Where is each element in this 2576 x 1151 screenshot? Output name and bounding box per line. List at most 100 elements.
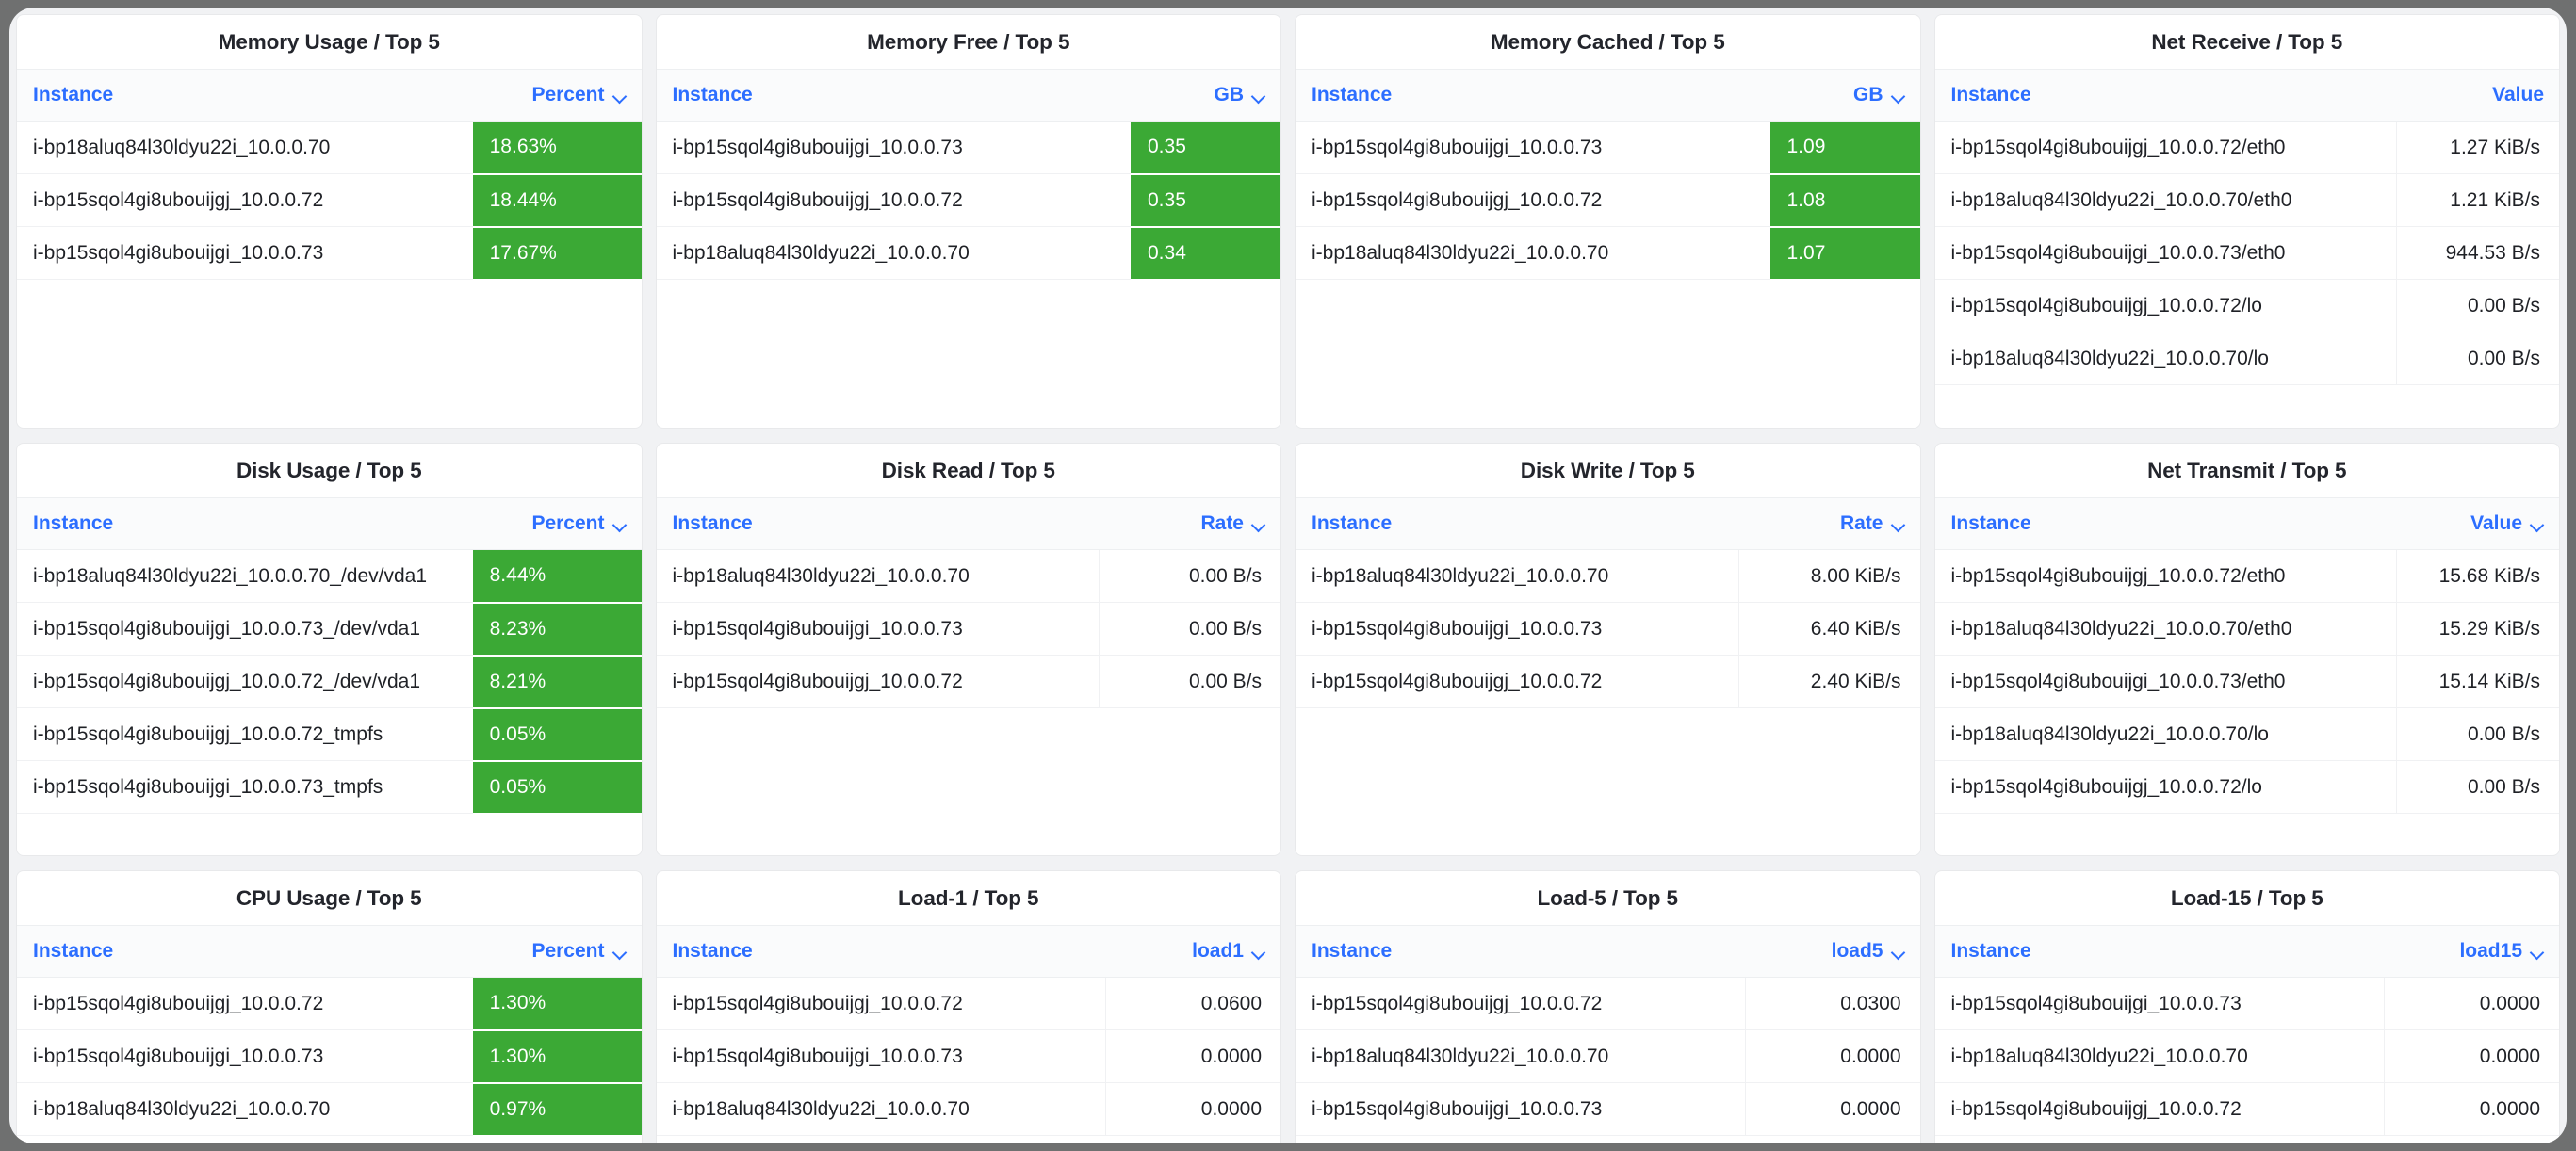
panel-title: Memory Usage / Top 5 [218, 29, 440, 54]
panel-load-15: Load-15 / Top 5 Instance load15 i-bp15sqol4… [1934, 871, 2559, 1143]
chevron-down-icon[interactable] [1892, 520, 1905, 528]
column-header-value[interactable]: load15 [2384, 925, 2559, 978]
column-header-instance[interactable]: Instance [1296, 497, 1739, 550]
table-row[interactable]: i-bp18aluq84l30ldyu22i_10.0.0.70 0.34 [656, 226, 1280, 281]
column-header-label: Instance [1950, 939, 2031, 962]
chevron-down-icon[interactable] [2531, 948, 2544, 956]
table-row[interactable]: i-bp18aluq84l30ldyu22i_10.0.0.70 0.0000 [1296, 1029, 1920, 1083]
column-header-value[interactable]: Value [2396, 69, 2559, 122]
chevron-down-icon[interactable] [1892, 948, 1905, 956]
column-header-instance[interactable]: Instance [656, 69, 1131, 122]
table-row[interactable]: i-bp18aluq84l30ldyu22i_10.0.0.70 0.0000 [1934, 1029, 2559, 1083]
column-header-instance[interactable]: Instance [17, 497, 473, 550]
table-row[interactable]: i-bp18aluq84l30ldyu22i_10.0.0.70/lo 0.00 … [1934, 332, 2559, 385]
table-row[interactable]: i-bp15sqol4gi8ubouijgj_10.0.0.72/eth0 1.2… [1934, 121, 2559, 174]
table-row[interactable]: i-bp15sqol4gi8ubouijgi_10.0.0.73 0.0000 [656, 1029, 1280, 1083]
table-row[interactable]: i-bp18aluq84l30ldyu22i_10.0.0.70 0.97% [17, 1082, 642, 1137]
cell-value: 15.68 KiB/s [2396, 549, 2559, 603]
chevron-down-icon[interactable] [2531, 520, 2544, 528]
column-header-instance[interactable]: Instance [1934, 925, 2385, 978]
table-row[interactable]: i-bp15sqol4gi8ubouijgi_10.0.0.73 1.30% [17, 1029, 642, 1084]
cell-value: 1.08 [1769, 173, 1920, 228]
column-header-instance[interactable]: Instance [1934, 497, 2397, 550]
column-header-value[interactable]: Percent [472, 925, 642, 978]
table-row[interactable]: i-bp15sqol4gi8ubouijgj_10.0.0.72 1.08 [1296, 173, 1920, 228]
column-header-value[interactable]: Percent [472, 69, 642, 122]
table-row[interactable]: i-bp18aluq84l30ldyu22i_10.0.0.70 8.00 KiB… [1296, 549, 1920, 603]
column-header-label: Instance [1312, 939, 1393, 962]
table-row[interactable]: i-bp15sqol4gi8ubouijgj_10.0.0.72 0.00 B/s [656, 655, 1280, 708]
table-row[interactable]: i-bp15sqol4gi8ubouijgi_10.0.0.73 17.67% [17, 226, 642, 281]
chevron-down-icon[interactable] [1892, 91, 1905, 100]
column-header-instance[interactable]: Instance [17, 69, 473, 122]
panel-body: Instance GB i-bp15sqol4gi8ubouijgi_10.0.0.… [1296, 69, 1920, 428]
table-row[interactable]: i-bp15sqol4gi8ubouijgj_10.0.0.72 0.0600 [656, 977, 1280, 1030]
table-row[interactable]: i-bp15sqol4gi8ubouijgj_10.0.0.72/lo 0.00 … [1934, 279, 2559, 332]
column-header-value[interactable]: load1 [1105, 925, 1280, 978]
column-header-instance[interactable]: Instance [1296, 69, 1770, 122]
column-header-instance[interactable]: Instance [656, 925, 1106, 978]
cell-value: 1.07 [1769, 226, 1920, 281]
column-header-inner: Instance [1312, 940, 1392, 963]
table-row[interactable]: i-bp18aluq84l30ldyu22i_10.0.0.70/eth0 1.2… [1934, 173, 2559, 227]
table-row[interactable]: i-bp15sqol4gi8ubouijgj_10.0.0.72/lo 0.00 … [1934, 760, 2559, 814]
table-row[interactable]: i-bp15sqol4gi8ubouijgj_10.0.0.72_/dev/vd… [17, 655, 642, 709]
column-header-value[interactable]: Percent [472, 497, 642, 550]
table-row[interactable]: i-bp18aluq84l30ldyu22i_10.0.0.70 18.63% [17, 121, 642, 175]
column-header-instance[interactable]: Instance [1934, 69, 2397, 122]
cell-instance: i-bp15sqol4gi8ubouijgi_10.0.0.73/eth0 [1934, 655, 2397, 708]
cell-instance: i-bp15sqol4gi8ubouijgi_10.0.0.73 [656, 602, 1100, 656]
column-header-instance[interactable]: Instance [1296, 925, 1745, 978]
table-row[interactable]: i-bp15sqol4gi8ubouijgj_10.0.0.72 18.44% [17, 173, 642, 228]
table-row[interactable]: i-bp15sqol4gi8ubouijgi_10.0.0.73_tmpfs 0.… [17, 760, 642, 815]
table-row[interactable]: i-bp15sqol4gi8ubouijgj_10.0.0.72_tmpfs 0.… [17, 707, 642, 762]
table-row[interactable]: i-bp15sqol4gi8ubouijgi_10.0.0.73 0.35 [656, 121, 1280, 175]
column-header-instance[interactable]: Instance [17, 925, 473, 978]
table-row[interactable]: i-bp18aluq84l30ldyu22i_10.0.0.70_/dev/vd… [17, 549, 642, 604]
column-header-label: Instance [1312, 83, 1393, 105]
cell-instance: i-bp15sqol4gi8ubouijgj_10.0.0.72/lo [1934, 760, 2397, 814]
chevron-down-icon[interactable] [1252, 948, 1265, 956]
table-row[interactable]: i-bp15sqol4gi8ubouijgi_10.0.0.73 1.09 [1296, 121, 1920, 175]
chevron-down-icon[interactable] [1252, 520, 1265, 528]
table-row[interactable]: i-bp15sqol4gi8ubouijgi_10.0.0.73 0.00 B/s [656, 602, 1280, 656]
cell-value: 18.63% [472, 121, 642, 175]
column-header-instance[interactable]: Instance [656, 497, 1100, 550]
chevron-down-icon[interactable] [1252, 91, 1265, 100]
table-row[interactable]: i-bp18aluq84l30ldyu22i_10.0.0.70 1.07 [1296, 226, 1920, 281]
table-header-row: Instance GB [1296, 69, 1920, 122]
table-header-row: Instance GB [656, 69, 1280, 122]
chevron-down-icon[interactable] [613, 948, 627, 956]
panel-body: Instance GB i-bp15sqol4gi8ubouijgi_10.0.0.… [656, 69, 1280, 428]
column-header-label: GB [1853, 83, 1883, 105]
table-row[interactable]: i-bp15sqol4gi8ubouijgi_10.0.0.73/eth0 944… [1934, 226, 2559, 280]
table-row[interactable]: i-bp18aluq84l30ldyu22i_10.0.0.70/eth0 15.… [1934, 602, 2559, 656]
column-header-value[interactable]: GB [1131, 69, 1280, 122]
column-header-label: Instance [672, 939, 753, 962]
table-row[interactable]: i-bp15sqol4gi8ubouijgj_10.0.0.72 0.35 [656, 173, 1280, 228]
column-header-value[interactable]: GB [1769, 69, 1920, 122]
table-row[interactable]: i-bp18aluq84l30ldyu22i_10.0.0.70 0.0000 [656, 1082, 1280, 1136]
table-row[interactable]: i-bp15sqol4gi8ubouijgi_10.0.0.73_/dev/vd… [17, 602, 642, 657]
column-header-value[interactable]: Value [2396, 497, 2559, 550]
column-header-label: Instance [33, 511, 114, 534]
table-row[interactable]: i-bp15sqol4gi8ubouijgj_10.0.0.72 2.40 KiB… [1296, 655, 1920, 708]
table-row[interactable]: i-bp15sqol4gi8ubouijgi_10.0.0.73 6.40 KiB… [1296, 602, 1920, 656]
cell-instance: i-bp15sqol4gi8ubouijgi_10.0.0.73 [17, 226, 473, 280]
table-row[interactable]: i-bp15sqol4gi8ubouijgj_10.0.0.72 1.30% [17, 977, 642, 1031]
column-header-value[interactable]: Rate [1099, 497, 1280, 550]
table-row[interactable]: i-bp15sqol4gi8ubouijgi_10.0.0.73/eth0 15.… [1934, 655, 2559, 708]
table-row[interactable]: i-bp15sqol4gi8ubouijgi_10.0.0.73 0.0000 [1296, 1082, 1920, 1136]
chevron-down-icon[interactable] [613, 520, 627, 528]
table-row[interactable]: i-bp15sqol4gi8ubouijgi_10.0.0.73 0.0000 [1934, 977, 2559, 1030]
table-row[interactable]: i-bp15sqol4gi8ubouijgj_10.0.0.72/eth0 15.… [1934, 549, 2559, 603]
column-header-value[interactable]: Rate [1738, 497, 1920, 550]
chevron-down-icon[interactable] [613, 91, 627, 100]
cell-value: 18.44% [472, 173, 642, 228]
table-row[interactable]: i-bp18aluq84l30ldyu22i_10.0.0.70/lo 0.00 … [1934, 707, 2559, 761]
panel-title: Memory Cached / Top 5 [1490, 29, 1725, 54]
table-row[interactable]: i-bp15sqol4gi8ubouijgj_10.0.0.72 0.0300 [1296, 977, 1920, 1030]
column-header-value[interactable]: load5 [1745, 925, 1920, 978]
table-row[interactable]: i-bp15sqol4gi8ubouijgj_10.0.0.72 0.0000 [1934, 1082, 2559, 1136]
table-row[interactable]: i-bp18aluq84l30ldyu22i_10.0.0.70 0.00 B/s [656, 549, 1280, 603]
